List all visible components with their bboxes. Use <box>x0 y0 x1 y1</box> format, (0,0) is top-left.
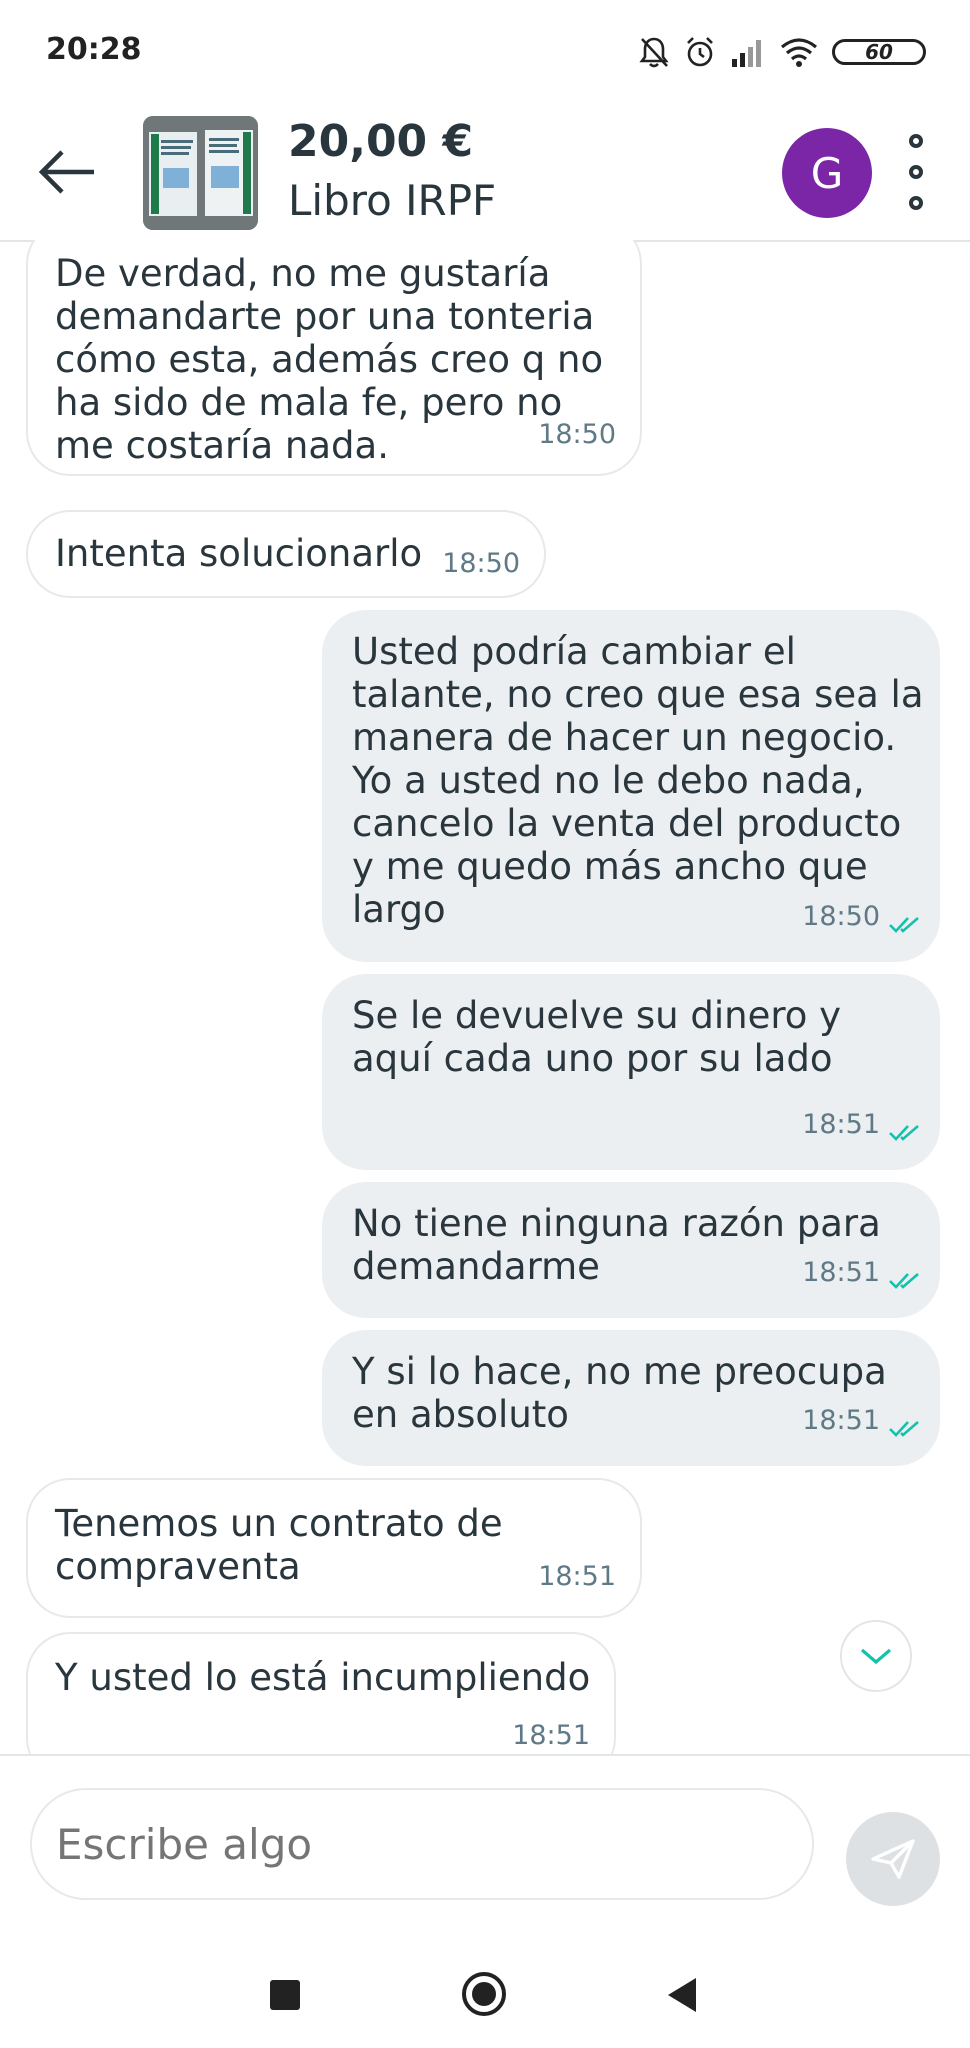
message-text: De verdad, no me gustaría demandarte por… <box>55 252 604 467</box>
battery-icon: 60 <box>832 39 926 65</box>
send-button[interactable] <box>846 1812 940 1906</box>
home-button[interactable] <box>462 1972 506 2016</box>
arrow-left-icon <box>38 150 94 194</box>
message-text: Intenta solucionarlo <box>55 532 423 575</box>
message-time: 18:50 <box>538 419 616 450</box>
system-back-button[interactable] <box>668 1978 696 2012</box>
read-ticks-icon <box>889 917 919 933</box>
message-incoming[interactable]: De verdad, no me gustaría demandarte por… <box>26 240 642 476</box>
message-time: 18:50 <box>442 548 520 579</box>
message-time: 18:51 <box>512 1720 590 1751</box>
product-thumbnail[interactable] <box>143 116 258 230</box>
back-button[interactable] <box>36 144 100 200</box>
message-outgoing[interactable]: Y si lo hace, no me preocupa en absoluto… <box>322 1330 940 1466</box>
read-ticks-icon <box>889 1421 919 1437</box>
message-time: 18:51 <box>538 1561 616 1592</box>
message-outgoing[interactable]: Se le devuelve su dinero y aquí cada uno… <box>322 974 940 1170</box>
message-time: 18:51 <box>802 1109 880 1140</box>
message-input[interactable] <box>30 1788 814 1900</box>
message-incoming[interactable]: Intenta solucionarlo 18:50 <box>26 510 546 598</box>
send-icon <box>871 1839 915 1879</box>
status-time: 20:28 <box>46 32 142 67</box>
message-text: Y usted lo está incumpliendo <box>55 1656 591 1699</box>
message-list[interactable]: De verdad, no me gustaría demandarte por… <box>0 240 970 1754</box>
message-outgoing[interactable]: No tiene ninguna razón para demandarme 1… <box>322 1182 940 1318</box>
status-bar: 20:28 60 <box>0 0 970 104</box>
read-ticks-icon <box>889 1125 919 1141</box>
chevron-down-icon <box>860 1648 892 1665</box>
bell-off-icon <box>639 37 669 68</box>
recent-apps-button[interactable] <box>270 1980 300 2010</box>
message-incoming[interactable]: Tenemos un contrato de compraventa 18:51 <box>26 1478 642 1618</box>
avatar[interactable]: G <box>782 128 872 218</box>
composer <box>0 1754 970 1932</box>
wifi-icon <box>780 38 818 67</box>
product-image <box>143 116 258 230</box>
message-outgoing[interactable]: Usted podría cambiar el talante, no creo… <box>322 610 940 962</box>
read-ticks-icon <box>889 1273 919 1289</box>
message-time: 18:50 <box>802 901 880 932</box>
message-incoming[interactable]: Y usted lo está incumpliendo 18:51 <box>26 1632 616 1754</box>
message-text: Usted podría cambiar el talante, no creo… <box>352 630 924 931</box>
chat-header: 20,00 € Libro IRPF G <box>0 104 970 242</box>
message-time: 18:51 <box>802 1257 880 1288</box>
product-title: Libro IRPF <box>288 176 497 225</box>
signal-icon <box>732 40 761 67</box>
system-navigation-bar <box>0 1930 970 2048</box>
scroll-down-button[interactable] <box>840 1620 912 1692</box>
alarm-icon <box>687 37 713 67</box>
status-icons: 60 <box>638 30 926 74</box>
message-text: Tenemos un contrato de compraventa <box>55 1502 503 1588</box>
product-price: 20,00 € <box>288 116 474 167</box>
more-options-icon[interactable] <box>896 134 936 210</box>
message-time: 18:51 <box>802 1405 880 1436</box>
message-text: Se le devuelve su dinero y aquí cada uno… <box>352 994 842 1080</box>
